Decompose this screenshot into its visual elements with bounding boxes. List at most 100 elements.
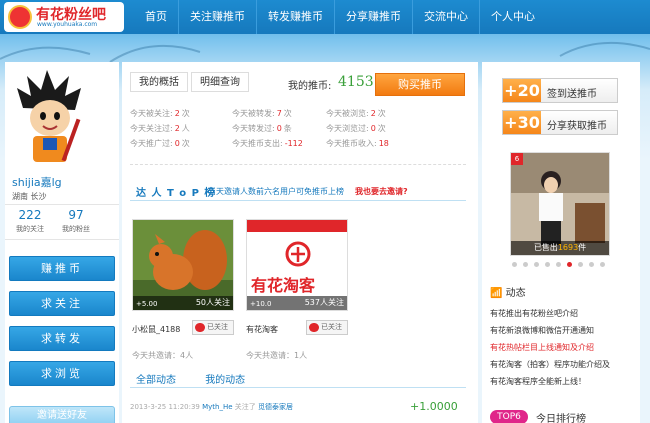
request-follow-button[interactable]: 求关注 [9,291,115,316]
fans-label: 我的粉丝 [62,225,90,233]
earn-coins-button[interactable]: 赚推币 [9,256,115,281]
stat-cell: 今天被浏览: 2 次 [326,109,386,118]
stat-cell: 今天推币支出: -112 [232,139,303,148]
sign-in-reward: +20 [503,79,541,102]
nav-repost-earn[interactable]: 转发赚推币 [256,0,334,34]
nav-home[interactable]: 首页 [134,0,178,34]
product-carousel-image[interactable]: 6 已售出1693件 [510,152,610,256]
card-username[interactable]: 小松鼠_4188 [132,324,180,335]
invite-friends-button[interactable]: 邀请送好友 [9,406,115,423]
carousel-dot[interactable] [589,262,594,267]
dynamics-header: 📶 动态 [490,284,526,299]
news-item[interactable]: 有花新浪微博和微信开通通知 [490,322,610,339]
news-item[interactable]: 有花淘客（拍客）程序功能介绍及 [490,356,610,373]
followed-button[interactable]: 已关注 [192,320,234,335]
username[interactable]: shijia嘉lg [12,174,62,190]
feed-target[interactable]: 觅德泰家居 [258,403,293,411]
carousel-dot[interactable] [578,262,583,267]
carousel-dot[interactable] [534,262,539,267]
carousel-dot-active[interactable] [567,262,572,267]
card-coin-reward: +10.0 [250,300,272,308]
stat-cell: 今天推广过: 0 次 [130,139,190,148]
stats-row: 今天关注过: 2 人 今天转发过: 0 条 今天浏览过: 0 次 [130,123,470,138]
news-item[interactable]: 有花热帖栏目上线通知及介绍 [490,339,610,356]
stat-cell: 今天浏览过: 0 次 [326,124,386,133]
nav-community[interactable]: 交流中心 [412,0,479,34]
feed-coin: +1.0000 [410,400,458,413]
stat-cell: 今天推币收入: 18 [326,139,389,148]
nav-share-earn[interactable]: 分享赚推币 [334,0,412,34]
stat-cell: 今天关注过: 2 人 [130,124,190,133]
buy-coins-button[interactable]: 购买推币 [375,73,465,96]
request-views-button[interactable]: 求浏览 [9,361,115,386]
sign-in-label: 签到送推币 [547,89,597,100]
carousel-dot[interactable] [512,262,517,267]
top-navbar: 有花粉丝吧 www.youhuaka.com 首页 关注赚推币 转发赚推币 分享… [0,0,650,34]
bamboo-decoration [0,41,650,63]
tab-detail-query[interactable]: 明细查询 [191,72,249,92]
sold-count-caption: 已售出1693件 [511,241,609,255]
card-followers: 50人关注 [195,298,230,307]
feed-action: 关注了 [234,403,256,411]
carousel-index-badge: 6 [511,153,523,165]
ranking-title[interactable]: 今日排行榜 [536,410,586,423]
invite-link[interactable]: 我也要去邀请? [355,186,408,197]
carousel-dot[interactable] [545,262,550,267]
avatar[interactable] [13,68,87,168]
following-label: 我的关注 [16,225,44,233]
card-followers: 537人关注 [304,298,344,307]
feed-time: 2013-3-25 11:20:39 [130,403,200,411]
sign-in-button[interactable]: +20 签到送推币 [502,78,618,103]
profile-sidebar: shijia嘉lg 湖南 长沙 222 我的关注 97 我的粉丝 赚推币 求关注… [5,62,119,423]
request-repost-button[interactable]: 求转发 [9,326,115,351]
fans-count: 97 [68,208,84,222]
coin-balance-value: 4153 [338,74,374,90]
carousel-dot[interactable] [556,262,561,267]
today-invites: 今天共邀请：4人 [132,351,194,360]
share-reward: +30 [503,111,541,134]
news-item[interactable]: 有花淘客程序全能新上线！ [490,373,610,390]
nav-personal[interactable]: 个人中心 [479,0,546,34]
stat-cell: 今天被转发: 7 次 [232,109,292,118]
antenna-icon: 📶 [490,288,503,299]
nav-follow-earn[interactable]: 关注赚推币 [178,0,256,34]
card-overlay: +5.00 50人关注 [133,296,233,310]
card-coin-reward: +5.00 [136,300,158,308]
top-list-title: 达 人 T o P 榜 [136,188,216,199]
share-earn-button[interactable]: +30 分享获取推币 [502,110,618,135]
following-stat[interactable]: 222 我的关注 [5,208,55,234]
today-invites: 今天共邀请：1人 [246,351,308,360]
overview-tabs: 我的概括 明细查询 [130,72,252,92]
news-item[interactable]: 有花推出有花粉丝吧介绍 [490,305,610,322]
tab-all-activity[interactable]: 全部动态 [136,375,176,386]
feed-user[interactable]: Myth_He [202,403,232,411]
stat-cell: 今天转发过: 0 条 [232,124,292,133]
dynamics-title: 动态 [505,288,526,299]
profile-stats: 222 我的关注 97 我的粉丝 [5,204,119,240]
logo-url: www.youhuaka.com [37,21,98,28]
feed-item: 2013-3-25 11:20:39 Myth_He 关注了 觅德泰家居 [130,402,293,412]
divider [130,387,466,388]
weibo-icon [309,323,319,332]
feed-tabs: 全部动态 我的动态 [136,371,245,386]
divider [130,164,466,165]
flower-logo-icon [8,5,32,29]
top-user-card[interactable]: +5.00 50人关注 [132,219,234,311]
tab-overview[interactable]: 我的概括 [130,72,188,92]
card-overlay: +10.0 537人关注 [247,296,347,310]
news-list: 有花推出有花粉丝吧介绍 有花新浪微博和微信开通通知 有花热帖栏目上线通知及介绍 … [490,305,610,390]
carousel-dot[interactable] [600,262,605,267]
tab-my-activity[interactable]: 我的动态 [205,375,245,386]
top-list-subtitle: 当天邀请人数前六名用户可免推币上榜 [208,187,344,196]
user-location: 湖南 长沙 [12,192,47,201]
stats-row: 今天被关注: 2 次 今天被转发: 7 次 今天被浏览: 2 次 [130,108,470,123]
following-count: 222 [18,208,42,222]
site-logo[interactable]: 有花粉丝吧 www.youhuaka.com [4,2,124,32]
top6-badge: TOP6 [490,410,528,423]
top-user-card[interactable]: 有花淘客 +10.0 537人关注 [246,219,348,311]
card-username[interactable]: 有花淘客 [246,324,278,335]
main-nav: 首页 关注赚推币 转发赚推币 分享赚推币 交流中心 个人中心 [134,0,546,34]
carousel-dot[interactable] [523,262,528,267]
fans-stat[interactable]: 97 我的粉丝 [51,208,101,234]
followed-button[interactable]: 已关注 [306,320,348,335]
